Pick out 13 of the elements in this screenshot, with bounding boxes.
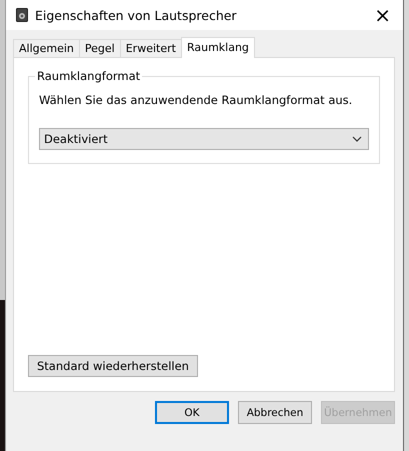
description-text: Wählen Sie das anzuwendende Raumklangformat aus. xyxy=(39,93,354,107)
dialog-button[interactable]: Abbrechen xyxy=(238,401,312,424)
dialog-button[interactable]: OK xyxy=(155,401,229,424)
chevron-down-icon xyxy=(352,136,362,142)
speaker-icon xyxy=(16,8,28,22)
tab[interactable]: Allgemein xyxy=(13,39,80,57)
window-title: Eigenschaften von Lautsprecher xyxy=(35,8,238,22)
tab[interactable]: Raumklang xyxy=(180,37,255,58)
close-button[interactable]: × xyxy=(370,5,395,25)
format-dropdown[interactable]: Deaktiviert xyxy=(39,128,369,150)
group-title: Raumklangformat xyxy=(35,69,142,83)
tab[interactable]: Pegel xyxy=(78,39,121,57)
restore-defaults-button[interactable]: Standard wiederherstellen xyxy=(28,355,198,377)
